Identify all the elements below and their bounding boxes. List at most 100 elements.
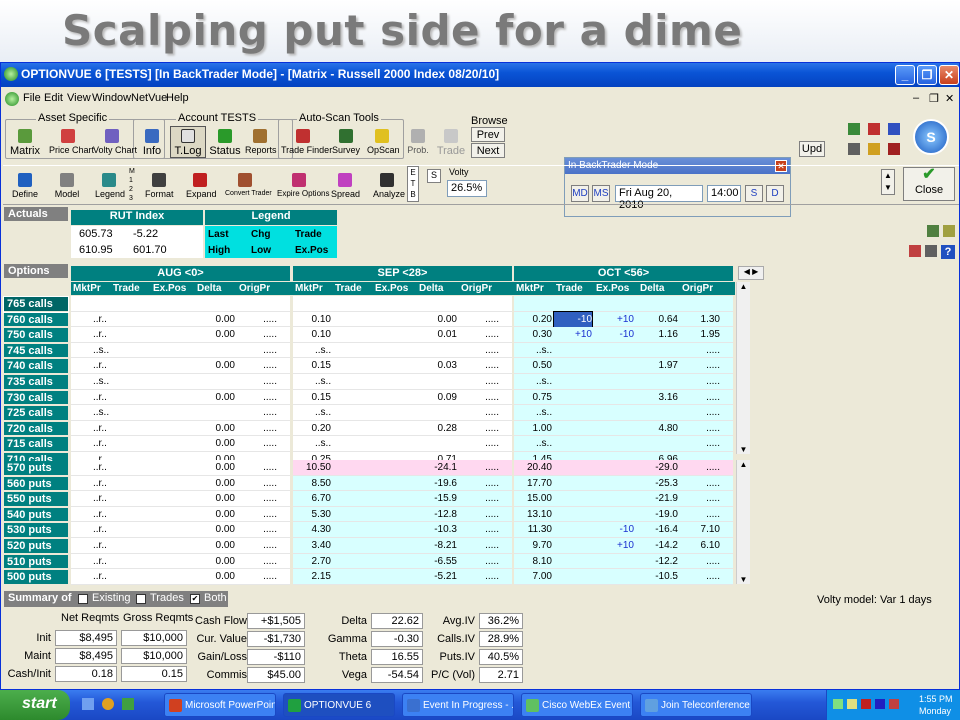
puts-scrollbar[interactable]: ▲ ▼ — [736, 460, 750, 584]
cell-expos[interactable] — [594, 507, 634, 522]
cell-expos[interactable] — [594, 405, 634, 420]
row-label[interactable]: 715 calls — [4, 437, 68, 452]
cell-mktpr[interactable]: 5.30 — [293, 507, 331, 522]
cell-expos[interactable] — [151, 507, 191, 522]
cell-delta[interactable]: 0.00 — [195, 491, 235, 506]
cell-mktpr[interactable]: 11.30 — [514, 522, 552, 537]
cell-mktpr[interactable]: ..r.. — [71, 312, 109, 327]
column-header[interactable]: Trade — [556, 282, 594, 295]
s-box[interactable]: S — [427, 169, 441, 183]
cell-origpr[interactable]: ..... — [459, 522, 499, 537]
existing-checkbox[interactable] — [78, 594, 88, 604]
cell-mktpr[interactable]: ..s.. — [293, 436, 331, 451]
cell-expos[interactable] — [151, 296, 191, 311]
cell-origpr[interactable] — [680, 296, 720, 311]
column-header[interactable]: OrigPr — [461, 282, 501, 295]
cell-mktpr[interactable]: 0.30 — [514, 327, 552, 342]
row-label[interactable]: 735 calls — [4, 375, 68, 390]
row-label[interactable]: 510 puts — [4, 554, 68, 570]
cell-mktpr[interactable]: ..r.. — [71, 507, 109, 522]
cell-trade[interactable]: -10 — [553, 310, 593, 328]
cell-mktpr[interactable] — [293, 296, 331, 311]
side-tool-icon-3[interactable] — [909, 245, 921, 257]
cell-expos[interactable] — [594, 296, 634, 311]
quicklaunch-icon-2[interactable] — [102, 698, 114, 710]
cell-trade[interactable] — [111, 476, 149, 491]
cell-trade[interactable]: +10 — [554, 327, 592, 342]
reports-button[interactable]: Reports — [245, 127, 277, 155]
cell-origpr[interactable]: ..... — [459, 358, 499, 373]
cell-expos[interactable] — [373, 476, 413, 491]
cell-delta[interactable]: -12.2 — [638, 554, 678, 569]
cell-delta[interactable]: -5.21 — [417, 569, 457, 584]
cell-origpr[interactable]: ..... — [680, 390, 720, 405]
cell-delta[interactable] — [638, 405, 678, 420]
tool-icon-5[interactable] — [868, 143, 880, 155]
cell-trade[interactable] — [554, 374, 592, 389]
cell-origpr[interactable]: ..... — [680, 421, 720, 436]
cell-expos[interactable] — [594, 390, 634, 405]
cell-expos[interactable] — [373, 538, 413, 553]
cell-mktpr[interactable]: ..s.. — [293, 374, 331, 389]
row-label[interactable]: 560 puts — [4, 476, 68, 492]
calls-scrollbar[interactable]: ▲ ▼ — [736, 282, 750, 454]
cell-mktpr[interactable]: 0.10 — [293, 312, 331, 327]
row-label[interactable]: 530 puts — [4, 523, 68, 538]
cell-mktpr[interactable] — [71, 296, 109, 311]
cell-trade[interactable] — [554, 476, 592, 491]
cell-delta[interactable] — [417, 296, 457, 311]
trade-finder-button[interactable]: Trade Finder — [281, 127, 332, 155]
cell-expos[interactable] — [373, 374, 413, 389]
column-header[interactable]: Delta — [419, 282, 459, 295]
window-titlebar[interactable]: OPTIONVUE 6 [TESTS] [In BackTrader Mode]… — [1, 63, 959, 87]
cell-expos[interactable] — [151, 538, 191, 553]
row-label[interactable]: 520 puts — [4, 539, 68, 554]
prob-button[interactable]: Prob. — [405, 127, 431, 155]
cell-mktpr[interactable]: ..r.. — [71, 436, 109, 451]
cell-mktpr[interactable]: 13.10 — [514, 507, 552, 522]
cell-trade[interactable] — [111, 569, 149, 584]
tool-icon-6[interactable] — [888, 143, 900, 155]
cell-delta[interactable]: -19.0 — [638, 507, 678, 522]
cell-delta[interactable]: 0.00 — [195, 522, 235, 537]
cell-trade[interactable] — [554, 296, 592, 311]
cell-mktpr[interactable]: ..s.. — [293, 343, 331, 358]
cell-mktpr[interactable]: ..r.. — [71, 327, 109, 342]
cell-delta[interactable]: -14.2 — [638, 538, 678, 553]
cell-delta[interactable]: -6.55 — [417, 554, 457, 569]
mdi-close-button[interactable]: ✕ — [945, 92, 954, 105]
cell-origpr[interactable]: ..... — [237, 554, 277, 569]
mdi-minimize-button[interactable]: – — [913, 92, 919, 104]
cell-origpr[interactable]: ..... — [459, 421, 499, 436]
row-label[interactable]: 730 calls — [4, 390, 68, 406]
cell-mktpr[interactable]: 0.20 — [514, 312, 552, 327]
cell-delta[interactable]: 3.16 — [638, 390, 678, 405]
clock-time[interactable]: 1:55 PM — [919, 694, 953, 704]
column-header[interactable]: Trade — [335, 282, 373, 295]
cell-mktpr[interactable]: 15.00 — [514, 491, 552, 506]
cell-origpr[interactable]: ..... — [459, 405, 499, 420]
cell-trade[interactable] — [333, 405, 371, 420]
cell-origpr[interactable]: 1.95 — [680, 327, 720, 342]
cell-expos[interactable] — [373, 390, 413, 405]
cell-delta[interactable] — [417, 343, 457, 358]
model-button[interactable]: Model — [53, 171, 81, 199]
cell-origpr[interactable]: ..... — [237, 327, 277, 342]
row-label[interactable]: 570 puts — [4, 461, 68, 476]
tool-icon-2[interactable] — [868, 123, 880, 135]
task-event[interactable]: Event In Progress - ... — [402, 693, 514, 717]
cell-origpr[interactable]: ..... — [459, 554, 499, 569]
cell-origpr[interactable] — [237, 296, 277, 311]
cell-mktpr[interactable]: 17.70 — [514, 476, 552, 491]
cell-expos[interactable]: +10 — [594, 312, 634, 327]
cell-delta[interactable] — [417, 374, 457, 389]
cell-origpr[interactable]: ..... — [237, 358, 277, 373]
cell-trade[interactable] — [333, 569, 371, 584]
cell-origpr[interactable]: ..... — [680, 491, 720, 506]
cell-trade[interactable] — [333, 491, 371, 506]
cell-mktpr[interactable]: ..r.. — [71, 569, 109, 584]
cell-origpr[interactable]: ..... — [680, 374, 720, 389]
cell-expos[interactable]: -10 — [594, 522, 634, 537]
menu-edit[interactable]: Edit — [44, 92, 63, 104]
cell-delta[interactable]: 0.00 — [195, 569, 235, 584]
